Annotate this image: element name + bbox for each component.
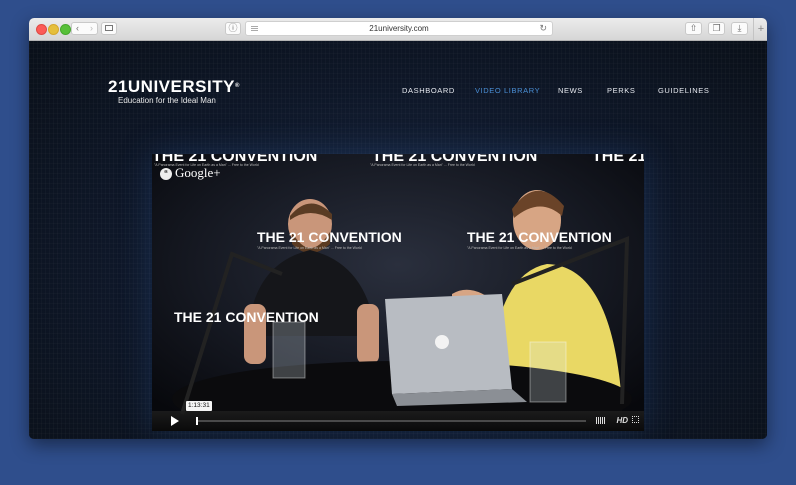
fullscreen-icon[interactable] bbox=[632, 416, 639, 423]
current-time: 1:13:31 bbox=[186, 401, 212, 411]
logo-text: 21UNIVERSITY bbox=[108, 77, 235, 96]
download-icon: ⤓ bbox=[737, 23, 742, 33]
share-icon: ⇧ bbox=[689, 23, 698, 33]
tabs-icon: ❐ bbox=[712, 23, 721, 33]
logo-tagline: Education for the Ideal Man bbox=[118, 96, 216, 105]
backdrop-title-mid-left: THE 21 CONVENTION bbox=[257, 229, 402, 245]
progress-knob[interactable] bbox=[196, 417, 198, 425]
url-text: 21university.com bbox=[369, 24, 429, 33]
video-frame bbox=[152, 154, 644, 431]
video-player[interactable]: THE 21 CONVENTION "A Panorama Event for … bbox=[152, 154, 644, 431]
chevron-left-icon[interactable]: ‹ bbox=[76, 23, 79, 34]
backdrop-subtitle-mid-left: "A Panorama Event for Life on Earth as a… bbox=[257, 246, 362, 250]
chevron-right-icon[interactable]: › bbox=[90, 23, 93, 34]
backdrop-title-mid-right: THE 21 CONVENTION bbox=[467, 229, 612, 245]
nav-guidelines[interactable]: GUIDELINES bbox=[658, 86, 709, 95]
hd-badge[interactable]: HD bbox=[616, 416, 628, 425]
nav-news[interactable]: NEWS bbox=[558, 86, 583, 95]
google-plus-overlay: “Google+ bbox=[160, 165, 221, 181]
nav-video-library[interactable]: VIDEO LIBRARY bbox=[475, 86, 540, 95]
play-icon[interactable] bbox=[171, 416, 179, 426]
logo-wordmark: 21UNIVERSITY® bbox=[108, 78, 240, 95]
tabs-button[interactable]: ❐ bbox=[708, 22, 725, 35]
sidebar-button[interactable] bbox=[101, 22, 117, 35]
back-forward-group: ‹ › bbox=[71, 22, 98, 35]
address-bar[interactable]: 21university.com ↻ bbox=[245, 21, 553, 36]
browser-toolbar: ‹ › ⓘ 21university.com ↻ ⇧ ❐ ⤓ + bbox=[29, 18, 767, 41]
nav-dashboard[interactable]: DASHBOARD bbox=[402, 86, 455, 95]
reload-icon[interactable]: ↻ bbox=[539, 22, 547, 35]
google-plus-label: Google+ bbox=[175, 165, 221, 180]
close-window-button[interactable] bbox=[36, 24, 47, 35]
zoom-window-button[interactable] bbox=[60, 24, 71, 35]
reader-icon: ⓘ bbox=[228, 23, 238, 33]
minimize-window-button[interactable] bbox=[48, 24, 59, 35]
video-controls: 1:13:31 HD bbox=[152, 401, 644, 431]
backdrop-subtitle-top-center: "A Panorama Event for Life on Earth as a… bbox=[370, 163, 475, 167]
share-button[interactable]: ⇧ bbox=[685, 22, 702, 35]
download-button[interactable]: ⤓ bbox=[731, 22, 748, 35]
plus-icon: + bbox=[757, 23, 765, 35]
hangouts-icon: “ bbox=[160, 168, 172, 181]
sidebar-icon bbox=[105, 25, 113, 31]
new-tab-button[interactable]: + bbox=[753, 18, 767, 40]
registered-mark: ® bbox=[234, 83, 240, 89]
backdrop-title-top-right: THE 21 CONVENTION bbox=[592, 154, 644, 165]
page-content: 21UNIVERSITY® Education for the Ideal Ma… bbox=[29, 41, 767, 439]
backdrop-title-low-left: THE 21 CONVENTION bbox=[174, 309, 319, 325]
reader-button[interactable]: ⓘ bbox=[225, 22, 241, 35]
browser-window: ‹ › ⓘ 21university.com ↻ ⇧ ❐ ⤓ + 21UNIVE… bbox=[29, 18, 767, 439]
nav-perks[interactable]: PERKS bbox=[607, 86, 635, 95]
volume-icon[interactable] bbox=[596, 417, 606, 424]
progress-bar[interactable] bbox=[196, 417, 586, 425]
backdrop-subtitle-mid-right: "A Panorama Event for Life on Earth as a… bbox=[467, 246, 572, 250]
